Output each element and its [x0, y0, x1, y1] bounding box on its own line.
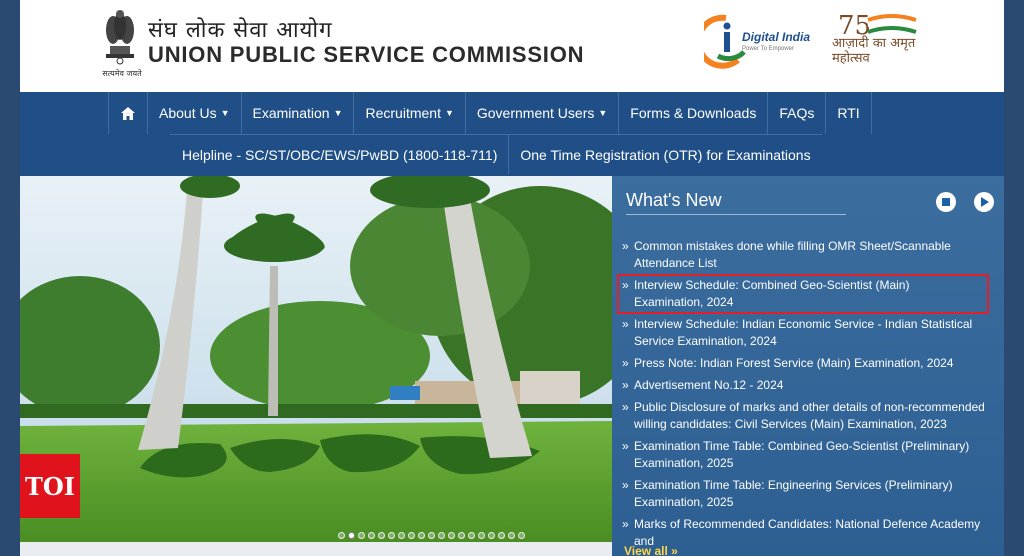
news-item[interactable]: Common mistakes done while filling OMR S…: [620, 238, 1000, 272]
news-item[interactable]: Examination Time Table: Engineering Serv…: [620, 477, 1000, 511]
nav-about-us[interactable]: About Us ▼: [148, 92, 242, 134]
nav-recruitment[interactable]: Recruitment ▼: [354, 92, 466, 134]
nav-faqs-label: FAQs: [779, 105, 815, 121]
slide-dot[interactable]: [408, 532, 415, 539]
azadi-amrit-mahotsav-text: आज़ादी का अमृत महोत्सव: [832, 36, 916, 66]
view-all-link[interactable]: View all »: [624, 544, 678, 556]
slide-dot[interactable]: [498, 532, 505, 539]
page-left-edge: [0, 0, 20, 556]
slide-dot[interactable]: [438, 532, 445, 539]
news-item[interactable]: Interview Schedule: Indian Economic Serv…: [620, 316, 1000, 350]
slide-dot[interactable]: [338, 532, 345, 539]
play-button[interactable]: [974, 192, 994, 212]
digital-india-text: Digital India: [742, 30, 811, 44]
slide-dot[interactable]: [508, 532, 515, 539]
nav-recruitment-label: Recruitment: [365, 105, 441, 121]
nav-otr[interactable]: One Time Registration (OTR) for Examinat…: [509, 134, 822, 174]
slide-dot[interactable]: [398, 532, 405, 539]
slide-dot[interactable]: [478, 532, 485, 539]
nav-government-users[interactable]: Government Users ▼: [466, 92, 620, 134]
emblem-caption: सत्यमेव जयते: [102, 69, 142, 78]
news-item[interactable]: Press Note: Indian Forest Service (Main)…: [620, 355, 1000, 372]
caret-down-icon: ▼: [333, 108, 343, 118]
stop-button[interactable]: [936, 192, 956, 212]
news-item[interactable]: Advertisement No.12 - 2024: [620, 377, 1000, 394]
news-item[interactable]: Public Disclosure of marks and other det…: [620, 399, 1000, 433]
play-icon: [980, 197, 989, 207]
slide-dot[interactable]: [378, 532, 385, 539]
slide-dot[interactable]: [458, 532, 465, 539]
nav-government-users-label: Government Users: [476, 105, 595, 121]
news-item[interactable]: Examination Time Table: Combined Geo-Sci…: [620, 438, 1000, 472]
home-icon: [121, 106, 135, 120]
slide-dot[interactable]: [488, 532, 495, 539]
whats-new-panel: What's New Common mistakes done while fi…: [612, 176, 1004, 556]
slide-dot[interactable]: [348, 532, 355, 539]
org-name-hindi: संघ लोक सेवा आयोग: [148, 18, 333, 43]
site-header: सत्यमेव जयते संघ लोक सेवा आयोग UNION PUB…: [20, 0, 1004, 92]
nav-examination[interactable]: Examination ▼: [242, 92, 355, 134]
slide-indicators: [338, 532, 525, 539]
nav-helpline-label: Helpline - SC/ST/OBC/EWS/PwBD (1800-118-…: [182, 146, 498, 163]
nav-row-primary: About Us ▼ Examination ▼ Recruitment ▼ Gove…: [108, 92, 872, 134]
slide-dot[interactable]: [388, 532, 395, 539]
whats-new-underline: [626, 214, 846, 215]
slide-dot[interactable]: [448, 532, 455, 539]
nav-forms-downloads-label: Forms & Downloads: [630, 105, 757, 121]
caret-down-icon: ▼: [220, 108, 230, 118]
nav-helpline[interactable]: Helpline - SC/ST/OBC/EWS/PwBD (1800-118-…: [170, 134, 510, 174]
page-right-edge: [1004, 0, 1024, 556]
main-navigation: About Us ▼ Examination ▼ Recruitment ▼ Gove…: [20, 92, 1004, 176]
news-item-highlighted[interactable]: Interview Schedule: Combined Geo-Scienti…: [617, 274, 989, 314]
org-name-english: UNION PUBLIC SERVICE COMMISSION: [148, 42, 585, 67]
slide-dot[interactable]: [368, 532, 375, 539]
nav-faqs[interactable]: FAQs: [768, 92, 827, 134]
slide-dot[interactable]: [418, 532, 425, 539]
nav-rti[interactable]: RTI: [826, 92, 872, 134]
caret-down-icon: ▼: [598, 108, 608, 118]
nav-examination-label: Examination: [252, 105, 330, 121]
nav-row-secondary: Helpline - SC/ST/OBC/EWS/PwBD (1800-118-…: [170, 134, 822, 174]
caret-down-icon: ▼: [444, 108, 454, 118]
hero-slideshow[interactable]: [20, 176, 612, 542]
nav-home[interactable]: [108, 92, 148, 134]
whats-new-list: Common mistakes done while filling OMR S…: [617, 238, 1000, 555]
stop-icon: [942, 198, 950, 206]
slide-dot[interactable]: [518, 532, 525, 539]
nav-forms-downloads[interactable]: Forms & Downloads: [619, 92, 769, 134]
nav-otr-label: One Time Registration (OTR) for Examinat…: [520, 146, 811, 163]
nav-rti-label: RTI: [837, 105, 860, 121]
slide-dot[interactable]: [468, 532, 475, 539]
toi-watermark-badge: TOI: [20, 454, 80, 518]
whats-new-title: What's New: [626, 190, 722, 210]
nav-about-us-label: About Us: [159, 105, 217, 121]
campus-photo: [20, 176, 612, 542]
slide-dot[interactable]: [358, 532, 365, 539]
page-container: सत्यमेव जयते संघ लोक सेवा आयोग UNION PUB…: [20, 0, 1004, 556]
slide-dot[interactable]: [428, 532, 435, 539]
digital-india-tagline: Power To Empower: [742, 46, 794, 52]
